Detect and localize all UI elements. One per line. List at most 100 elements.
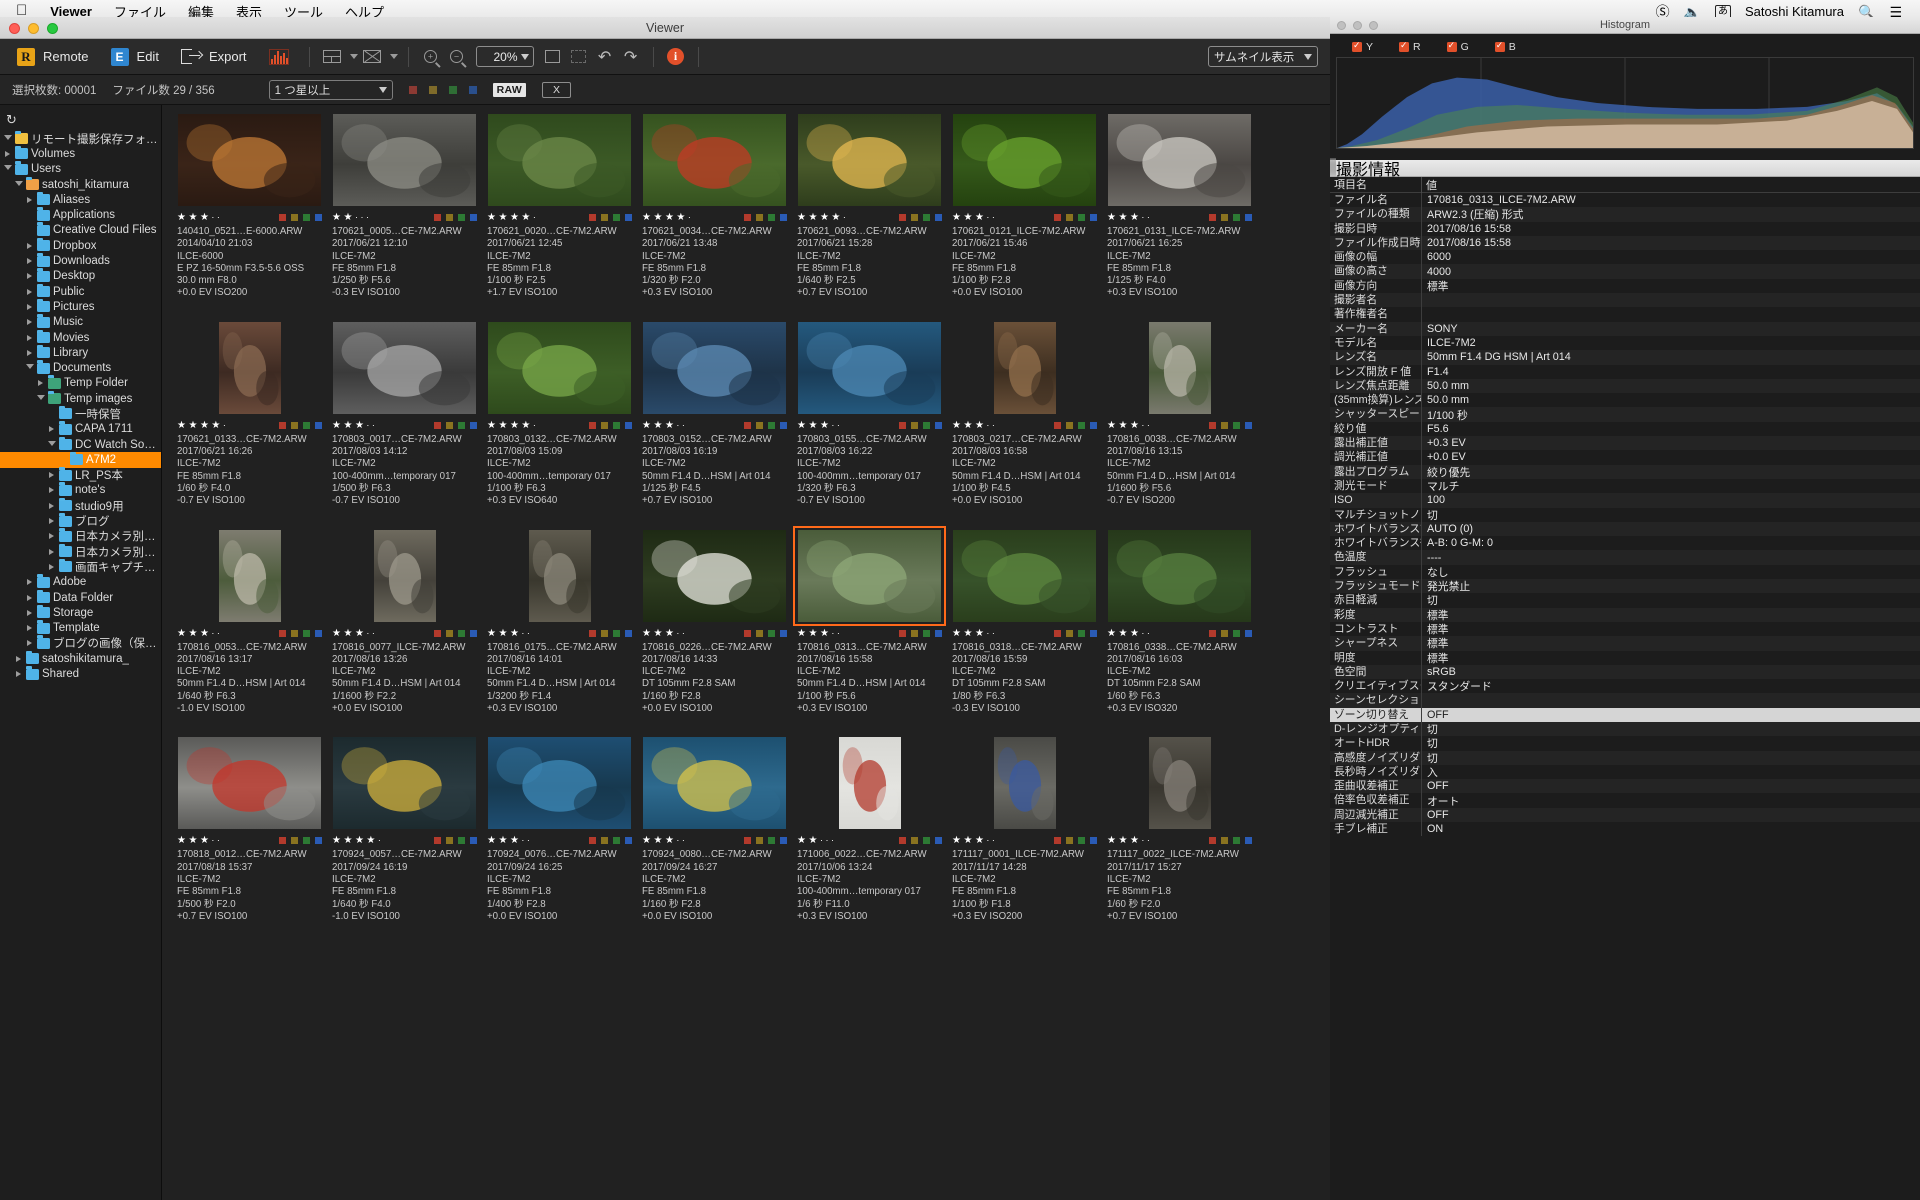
tree-item-18[interactable]: 一時保管 — [0, 406, 161, 421]
star-filled-icon[interactable]: ★ — [1118, 421, 1127, 430]
folder-tree[interactable]: リモート撮影保存フォルダーVolumesUserssatoshi_kitamur… — [0, 131, 161, 682]
color-labels[interactable] — [1209, 422, 1252, 429]
thumbnail-cell[interactable]: ★★★··170621_0121_ILCE-7M2.ARW2017/06/21 … — [947, 114, 1102, 300]
color-label-green[interactable] — [1078, 837, 1085, 844]
maximize-button[interactable] — [1369, 21, 1378, 30]
star-filled-icon[interactable]: ★ — [332, 629, 341, 638]
chevron-right-icon[interactable] — [47, 426, 56, 432]
color-label-olive[interactable] — [601, 422, 608, 429]
checkbox-icon[interactable] — [1447, 42, 1457, 52]
color-label-red[interactable] — [899, 630, 906, 637]
color-labels[interactable] — [899, 214, 942, 221]
tree-item-4[interactable]: Aliases — [0, 192, 161, 207]
thumbnail-cell[interactable]: ★★★··140410_0521…E-6000.ARW2014/04/10 21… — [172, 114, 327, 300]
exif-row[interactable]: クリエイティブスタイスタンダード — [1330, 679, 1920, 693]
star-filled-icon[interactable]: ★ — [975, 629, 984, 638]
star-empty-icon[interactable]: · — [211, 836, 214, 845]
exif-row[interactable]: レンズ開放 F 値F1.4 — [1330, 365, 1920, 379]
star-filled-icon[interactable]: ★ — [510, 836, 519, 845]
star-empty-icon[interactable]: · — [217, 213, 220, 222]
star-filled-icon[interactable]: ★ — [820, 629, 829, 638]
star-empty-icon[interactable]: · — [1147, 629, 1150, 638]
color-label-red[interactable] — [1054, 214, 1061, 221]
thumbnail-cell[interactable]: ★★★··171117_0022_ILCE-7M2.ARW2017/11/17 … — [1102, 737, 1257, 923]
color-label-red[interactable] — [279, 214, 286, 221]
chevron-right-icon[interactable] — [47, 518, 56, 524]
star-rating[interactable]: ★★··· — [797, 836, 834, 845]
thumbnail-cell[interactable]: ★★···171006_0022…CE-7M2.ARW2017/10/06 13… — [792, 737, 947, 923]
thumbnail-cell[interactable]: ★★★★·170803_0132…CE-7M2.ARW2017/08/03 15… — [482, 322, 637, 508]
star-rating[interactable]: ★★··· — [332, 213, 369, 222]
exif-rows[interactable]: ファイル名170816_0313_ILCE-7M2.ARWファイルの種類ARW2… — [1330, 193, 1920, 836]
color-label-green[interactable] — [458, 214, 465, 221]
star-filled-icon[interactable]: ★ — [510, 421, 519, 430]
export-button[interactable]: Export — [170, 42, 258, 72]
histogram-channel-b[interactable]: B — [1495, 41, 1516, 53]
color-label-olive[interactable] — [601, 630, 608, 637]
color-label-olive[interactable] — [1066, 630, 1073, 637]
color-label-olive[interactable] — [756, 837, 763, 844]
chevron-right-icon[interactable] — [25, 319, 34, 325]
exif-row[interactable]: シーンセレクション — [1330, 693, 1920, 707]
exif-row[interactable]: 色温度---- — [1330, 550, 1920, 564]
color-label-green[interactable] — [613, 630, 620, 637]
color-labels[interactable] — [744, 837, 787, 844]
star-filled-icon[interactable]: ★ — [177, 629, 186, 638]
thumbnail-cell[interactable]: ★★★··170803_0017…CE-7M2.ARW2017/08/03 14… — [327, 322, 482, 508]
color-label-green[interactable] — [303, 214, 310, 221]
color-label-blue[interactable] — [315, 214, 322, 221]
color-label-red[interactable] — [589, 630, 596, 637]
rotate-left-button[interactable]: ↶ — [592, 46, 618, 68]
thumbnail-image-wrap[interactable] — [1107, 737, 1252, 829]
star-filled-icon[interactable]: ★ — [820, 421, 829, 430]
star-filled-icon[interactable]: ★ — [1107, 421, 1116, 430]
clear-filter-button[interactable]: X — [542, 82, 571, 98]
color-label-olive[interactable] — [756, 630, 763, 637]
color-label-olive[interactable] — [911, 837, 918, 844]
star-empty-icon[interactable]: · — [533, 421, 536, 430]
color-label-red[interactable] — [744, 837, 751, 844]
exif-row[interactable]: D-レンジオプティマイ切 — [1330, 722, 1920, 736]
star-filled-icon[interactable]: ★ — [498, 213, 507, 222]
thumbnail-image-wrap[interactable] — [797, 737, 942, 829]
chevron-right-icon[interactable] — [25, 289, 34, 295]
color-labels[interactable] — [899, 630, 942, 637]
star-empty-icon[interactable]: · — [527, 629, 530, 638]
color-label-green[interactable] — [303, 422, 310, 429]
star-rating[interactable]: ★★★·· — [332, 629, 375, 638]
color-label-blue[interactable] — [1245, 214, 1252, 221]
star-filled-icon[interactable]: ★ — [177, 213, 186, 222]
color-labels[interactable] — [589, 630, 632, 637]
exif-row[interactable]: モデル名ILCE-7M2 — [1330, 336, 1920, 350]
tree-item-29[interactable]: Adobe — [0, 575, 161, 590]
thumbnail-image-wrap[interactable] — [177, 114, 322, 206]
star-filled-icon[interactable]: ★ — [188, 421, 197, 430]
star-filled-icon[interactable]: ★ — [653, 213, 662, 222]
exif-row[interactable]: ゾーン切り替えOFF — [1330, 708, 1920, 722]
star-empty-icon[interactable]: · — [676, 836, 679, 845]
color-filter-green[interactable] — [449, 86, 457, 94]
tree-item-7[interactable]: Dropbox — [0, 238, 161, 253]
chevron-down-icon[interactable] — [36, 395, 45, 403]
exif-row[interactable]: ホワイトバランス設定AUTO (0) — [1330, 522, 1920, 536]
color-label-red[interactable] — [744, 214, 751, 221]
exif-row[interactable]: ホワイトバランス微調A-B: 0 G-M: 0 — [1330, 536, 1920, 550]
color-labels[interactable] — [744, 630, 787, 637]
thumbnail-image-wrap[interactable] — [642, 322, 787, 414]
checkbox-icon[interactable] — [1399, 42, 1409, 52]
star-empty-icon[interactable]: · — [676, 629, 679, 638]
star-rating[interactable]: ★★★·· — [332, 421, 375, 430]
color-label-red[interactable] — [434, 630, 441, 637]
exif-row[interactable]: 手ブレ補正ON — [1330, 822, 1920, 836]
star-empty-icon[interactable]: · — [217, 629, 220, 638]
star-empty-icon[interactable]: · — [1141, 421, 1144, 430]
color-label-green[interactable] — [768, 630, 775, 637]
thumbnail-cell[interactable]: ★★★··170803_0152…CE-7M2.ARW2017/08/03 16… — [637, 322, 792, 508]
star-filled-icon[interactable]: ★ — [808, 629, 817, 638]
star-filled-icon[interactable]: ★ — [332, 421, 341, 430]
color-label-blue[interactable] — [1245, 630, 1252, 637]
star-filled-icon[interactable]: ★ — [642, 421, 651, 430]
color-filter-blue[interactable] — [469, 86, 477, 94]
star-rating[interactable]: ★★★★· — [487, 421, 536, 430]
thumbnail-cell[interactable]: ★★★★·170621_0133…CE-7M2.ARW2017/06/21 16… — [172, 322, 327, 508]
